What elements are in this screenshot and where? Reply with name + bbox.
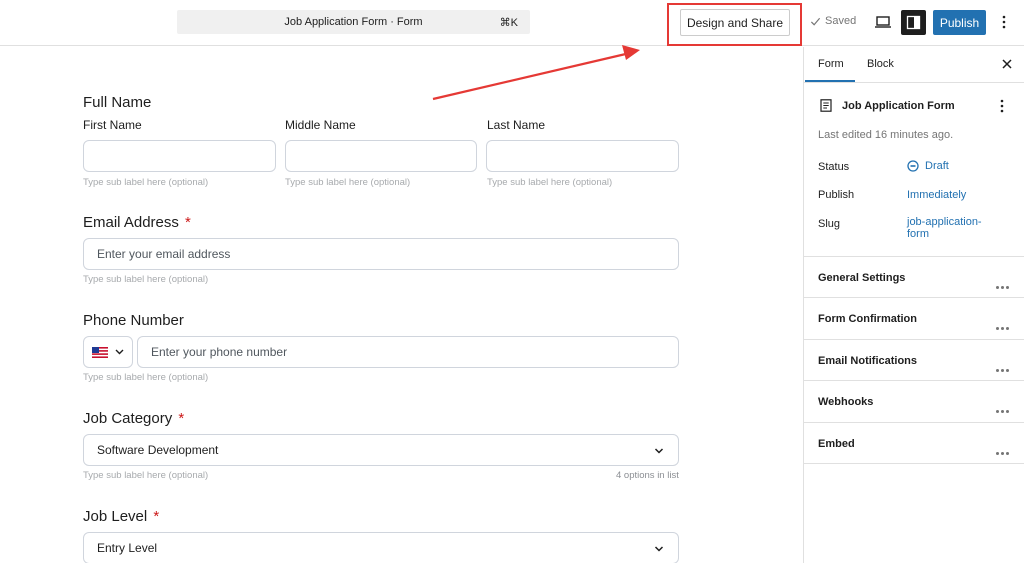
document-title: Job Application Form · Form [284, 16, 423, 28]
job-level-heading-text: Job Level [83, 508, 148, 525]
required-asterisk: * [185, 214, 191, 231]
section-label: Email Notifications [818, 355, 918, 367]
annotation-highlight-box [667, 3, 802, 46]
horizontal-dots-icon[interactable] [996, 359, 1011, 377]
email-heading-text: Email Address [83, 214, 179, 231]
middle-name-sublabel[interactable]: Type sub label here (optional) [285, 177, 410, 188]
command-shortcut: ⌘K [499, 17, 518, 29]
last-name-label: Last Name [487, 118, 546, 132]
publish-date-link[interactable]: Immediately [907, 189, 966, 201]
full-name-heading: Full Name [83, 94, 151, 111]
status-value: Draft [925, 160, 949, 172]
first-name-label: First Name [83, 118, 142, 132]
email-sublabel[interactable]: Type sub label here (optional) [83, 274, 208, 285]
slug-line-2: form [907, 228, 929, 240]
tab-block[interactable]: Block [867, 58, 894, 70]
checkmark-icon [810, 17, 821, 26]
job-category-sublabel[interactable]: Type sub label here (optional) [83, 470, 208, 481]
slug-line-1: job-application- [907, 216, 982, 228]
job-level-select[interactable]: Entry Level [83, 532, 679, 563]
vertical-dots-icon [1002, 15, 1006, 29]
laptop-preview-icon[interactable] [874, 13, 892, 31]
horizontal-dots-icon[interactable] [996, 276, 1011, 294]
job-category-select[interactable]: Software Development [83, 434, 679, 466]
status-label: Status [818, 161, 850, 173]
full-name-heading-text: Full Name [83, 94, 152, 111]
top-toolbar: Job Application Form · Form ⌘K Design an… [0, 0, 1024, 46]
publish-button[interactable]: Publish [933, 10, 986, 35]
section-label: Webhooks [818, 396, 874, 408]
email-placeholder: Enter your email address [97, 247, 231, 261]
last-name-input[interactable] [486, 140, 679, 172]
options-count: 4 options in list [616, 470, 679, 481]
middle-name-input[interactable] [285, 140, 477, 172]
us-flag-icon [92, 346, 108, 358]
settings-panel-toggle-button[interactable] [901, 10, 926, 35]
phone-sublabel[interactable]: Type sub label here (optional) [83, 372, 208, 383]
slug-label: Slug [818, 218, 841, 230]
required-asterisk: * [153, 508, 160, 525]
chevron-down-icon [115, 349, 124, 355]
settings-sidebar: Form Block Job Application Form Last edi… [803, 47, 1024, 563]
draft-status-icon [907, 160, 919, 172]
sidebar-doc-title: Job Application Form [842, 100, 955, 112]
country-code-select[interactable] [83, 336, 133, 368]
first-name-input[interactable] [83, 140, 276, 172]
email-notifications-panel[interactable]: Email Notifications [804, 339, 1024, 381]
horizontal-dots-icon[interactable] [996, 317, 1011, 335]
phone-input[interactable]: Enter your phone number [137, 336, 679, 368]
chevron-down-icon [654, 448, 664, 454]
sidebar-tabs: Form Block [804, 47, 1024, 83]
first-name-sublabel[interactable]: Type sub label here (optional) [83, 177, 208, 188]
job-category-heading-text: Job Category [83, 410, 173, 427]
saved-status: Saved [810, 15, 856, 27]
section-label: Embed [818, 438, 855, 450]
section-label: Form Confirmation [818, 313, 917, 325]
close-icon[interactable] [1000, 57, 1014, 71]
chevron-down-icon [654, 546, 664, 552]
required-asterisk: * [178, 410, 185, 427]
sidebar-panel-icon [906, 15, 921, 30]
last-name-sublabel[interactable]: Type sub label here (optional) [487, 177, 612, 188]
email-field[interactable]: Enter your email address [83, 238, 679, 270]
command-palette-button[interactable]: Job Application Form · Form ⌘K [177, 10, 530, 34]
horizontal-dots-icon[interactable] [996, 442, 1011, 460]
slug-link[interactable]: job-application- form [907, 216, 982, 240]
tab-form[interactable]: Form [818, 58, 844, 70]
section-label: General Settings [818, 272, 906, 284]
email-heading: Email Address * [83, 214, 191, 231]
phone-heading: Phone Number [83, 312, 184, 329]
saved-label: Saved [825, 15, 857, 27]
embed-panel[interactable]: Embed [804, 422, 1024, 464]
phone-placeholder: Enter your phone number [151, 345, 288, 359]
job-category-selected: Software Development [97, 443, 219, 457]
options-menu-button[interactable] [998, 12, 1010, 32]
webhooks-panel[interactable]: Webhooks [804, 380, 1024, 422]
document-icon [820, 99, 832, 112]
horizontal-dots-icon[interactable] [996, 400, 1011, 418]
status-value-button[interactable]: Draft [907, 160, 949, 172]
job-category-heading: Job Category * [83, 410, 184, 427]
vertical-dots-icon[interactable] [1000, 99, 1004, 113]
job-level-heading: Job Level * [83, 508, 159, 525]
middle-name-label: Middle Name [285, 118, 356, 132]
active-tab-indicator [805, 80, 855, 82]
last-edited-text: Last edited 16 minutes ago. [818, 129, 954, 141]
form-editor-canvas: Full Name First Name Middle Name Last Na… [0, 47, 803, 563]
general-settings-panel[interactable]: General Settings [804, 256, 1024, 298]
job-level-selected: Entry Level [97, 541, 158, 555]
form-confirmation-panel[interactable]: Form Confirmation [804, 297, 1024, 339]
publish-label: Publish [818, 189, 855, 201]
